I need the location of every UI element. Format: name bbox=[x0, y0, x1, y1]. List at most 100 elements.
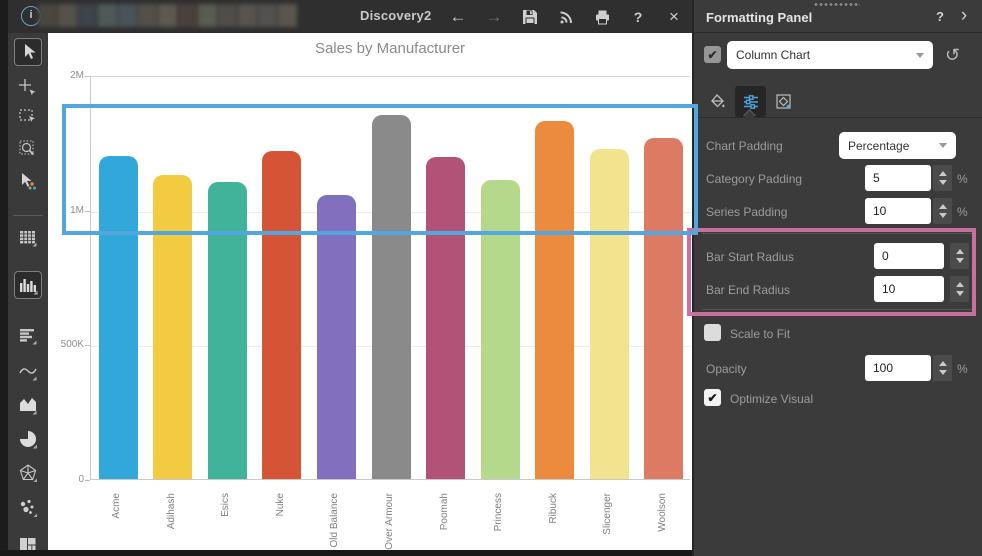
x-axis-label: Slicenger bbox=[602, 488, 614, 556]
panel-collapse-icon[interactable]: › bbox=[956, 5, 972, 27]
back-icon[interactable]: ← bbox=[444, 4, 472, 30]
scale-to-fit-checkbox[interactable]: ✔ bbox=[704, 324, 721, 341]
sidebar-item-data-pointer[interactable] bbox=[17, 171, 39, 193]
visual-type-dropdown[interactable]: Column Chart bbox=[727, 41, 933, 69]
close-icon[interactable]: × bbox=[660, 4, 688, 30]
sidebar-item-radar-chart[interactable] bbox=[17, 462, 39, 484]
format-bucket-icon bbox=[775, 93, 792, 110]
sidebar-item-zoom-select[interactable] bbox=[17, 138, 39, 160]
print-icon[interactable] bbox=[588, 4, 616, 30]
visual-type-sidebar bbox=[8, 33, 48, 550]
sliders-icon bbox=[742, 93, 760, 111]
chart-bar[interactable] bbox=[153, 175, 192, 479]
chart-bar[interactable] bbox=[99, 156, 138, 479]
marquee-pointer-icon bbox=[17, 106, 39, 128]
series-padding-input[interactable] bbox=[865, 198, 931, 224]
x-axis-label: Acme bbox=[111, 488, 123, 556]
y-axis-tick bbox=[85, 76, 90, 77]
percent-unit: % bbox=[957, 205, 968, 219]
x-axis-label: Nuke bbox=[275, 488, 287, 556]
x-axis-label: Old Balance bbox=[329, 488, 341, 556]
visual-type-value: Column Chart bbox=[736, 48, 810, 62]
formatting-panel: Formatting Panel ? › ✔ Column Chart ↺ Ch… bbox=[692, 0, 982, 556]
sidebar-item-bar-chart[interactable] bbox=[17, 325, 39, 347]
category-padding-input[interactable] bbox=[865, 165, 931, 191]
bar-start-radius-input[interactable] bbox=[874, 243, 944, 269]
chart-canvas: Sales by Manufacturer 0500K1M2MAcmeAdiha… bbox=[48, 33, 692, 550]
area-chart-icon bbox=[17, 394, 39, 416]
application-window: i Discovery2 ← → ? × bbox=[0, 0, 982, 556]
plot-area bbox=[90, 76, 690, 480]
field-label: Scale to Fit bbox=[730, 327, 790, 341]
optimize-visual-checkbox[interactable]: ✔ bbox=[704, 389, 721, 406]
y-axis-tick bbox=[85, 480, 90, 481]
sidebar-item-rectangle-select[interactable] bbox=[17, 106, 39, 128]
x-axis-label: Princess bbox=[493, 488, 505, 556]
field-label: Bar Start Radius bbox=[706, 250, 794, 264]
sidebar-item-table[interactable] bbox=[17, 227, 39, 249]
chart-bar[interactable] bbox=[262, 151, 301, 479]
panel-drag-handle[interactable] bbox=[814, 2, 860, 7]
help-icon[interactable]: ? bbox=[624, 4, 652, 30]
pointer-icon bbox=[17, 41, 39, 63]
sidebar-item-scatter-chart[interactable] bbox=[17, 497, 39, 519]
sidebar-item-point-select[interactable] bbox=[17, 77, 39, 99]
dashboard-title: Discovery2 bbox=[360, 8, 431, 23]
table-icon bbox=[17, 227, 39, 249]
save-icon[interactable] bbox=[516, 4, 544, 30]
column-chart-icon bbox=[17, 274, 39, 296]
x-axis-label: Ribuck bbox=[548, 488, 560, 556]
x-axis-label: Esics bbox=[220, 488, 232, 556]
chart-bar[interactable] bbox=[644, 138, 683, 479]
y-axis-tick bbox=[85, 211, 90, 212]
tab-fill-format[interactable] bbox=[702, 86, 733, 117]
paint-bucket-icon bbox=[709, 93, 726, 110]
sidebar-item-pointer[interactable] bbox=[14, 38, 42, 66]
field-label: Bar End Radius bbox=[706, 283, 790, 297]
reset-icon[interactable]: ↺ bbox=[945, 45, 960, 66]
sidebar-item-treemap-chart[interactable] bbox=[17, 535, 39, 550]
scatter-chart-icon bbox=[17, 497, 39, 519]
series-padding-stepper[interactable] bbox=[933, 198, 952, 224]
chart-bar[interactable] bbox=[590, 149, 629, 479]
crosshair-pointer-icon bbox=[17, 77, 39, 99]
opacity-stepper[interactable] bbox=[933, 355, 952, 381]
chart-padding-value: Percentage bbox=[848, 139, 909, 153]
zoom-marquee-icon bbox=[17, 138, 39, 160]
bar-chart-icon bbox=[17, 325, 39, 347]
chart-bar[interactable] bbox=[535, 121, 574, 479]
y-axis-label: 1M bbox=[48, 205, 84, 216]
subscribe-feed-icon[interactable] bbox=[552, 4, 580, 30]
sidebar-divider bbox=[13, 215, 43, 216]
chart-bar[interactable] bbox=[481, 180, 520, 479]
sidebar-item-pie-chart[interactable] bbox=[17, 428, 39, 450]
pie-chart-icon bbox=[17, 428, 39, 450]
category-padding-stepper[interactable] bbox=[933, 165, 952, 191]
sidebar-item-column-chart[interactable] bbox=[14, 271, 42, 299]
chart-padding-dropdown[interactable]: Percentage bbox=[839, 132, 956, 159]
window-edge bbox=[0, 0, 8, 556]
bar-end-radius-stepper[interactable] bbox=[950, 276, 969, 302]
window-bottom-edge bbox=[0, 550, 692, 556]
chart-bar[interactable] bbox=[317, 195, 356, 479]
x-axis-label: Woolson bbox=[657, 488, 669, 556]
sidebar-item-area-chart[interactable] bbox=[17, 394, 39, 416]
bar-end-radius-input[interactable] bbox=[874, 276, 944, 302]
bar-start-radius-stepper[interactable] bbox=[950, 243, 969, 269]
opacity-input[interactable] bbox=[865, 355, 931, 381]
percent-unit: % bbox=[957, 172, 968, 186]
y-axis-label: 0 bbox=[48, 474, 84, 485]
visual-enabled-checkbox[interactable]: ✔ bbox=[704, 46, 721, 63]
sidebar-item-line-chart[interactable] bbox=[17, 361, 39, 383]
field-label: Series Padding bbox=[706, 205, 787, 219]
panel-help-icon[interactable]: ? bbox=[932, 9, 948, 24]
x-axis-label: Adihash bbox=[166, 488, 178, 556]
chart-bar[interactable] bbox=[426, 157, 465, 479]
chart-bar[interactable] bbox=[208, 182, 247, 479]
forward-icon[interactable]: → bbox=[480, 4, 508, 30]
chart-bar[interactable] bbox=[372, 115, 411, 479]
y-axis-label: 500K bbox=[48, 339, 84, 350]
panel-title: Formatting Panel bbox=[706, 10, 812, 25]
tab-data-format[interactable] bbox=[768, 86, 799, 117]
chevron-down-icon bbox=[939, 143, 947, 148]
